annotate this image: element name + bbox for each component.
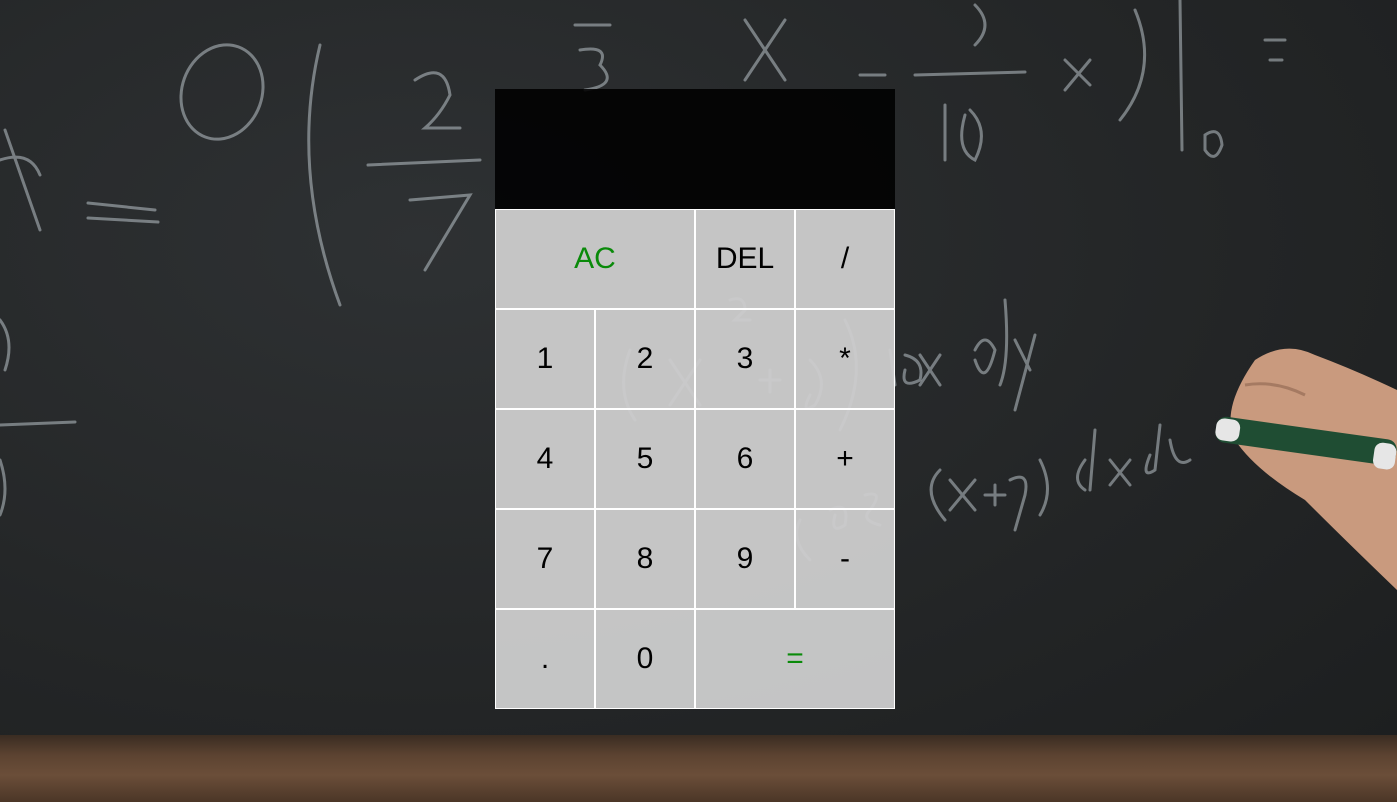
wooden-chalk-ledge xyxy=(0,735,1397,802)
digit-0-button[interactable]: 0 xyxy=(595,609,695,709)
hand-holding-marker-image xyxy=(1215,348,1397,590)
decimal-button[interactable]: . xyxy=(495,609,595,709)
digit-1-button[interactable]: 1 xyxy=(495,309,595,409)
digit-9-button[interactable]: 9 xyxy=(695,509,795,609)
digit-3-button[interactable]: 3 xyxy=(695,309,795,409)
divide-button[interactable]: / xyxy=(795,209,895,309)
multiply-button[interactable]: * xyxy=(795,309,895,409)
all-clear-button[interactable]: AC xyxy=(495,209,695,309)
digit-6-button[interactable]: 6 xyxy=(695,409,795,509)
digit-7-button[interactable]: 7 xyxy=(495,509,595,609)
subtract-button[interactable]: - xyxy=(795,509,895,609)
digit-8-button[interactable]: 8 xyxy=(595,509,695,609)
add-button[interactable]: + xyxy=(795,409,895,509)
delete-button[interactable]: DEL xyxy=(695,209,795,309)
digit-5-button[interactable]: 5 xyxy=(595,409,695,509)
digit-2-button[interactable]: 2 xyxy=(595,309,695,409)
calculator: AC DEL / 1 2 3 * 4 5 6 + 7 8 9 - . 0 = xyxy=(495,89,895,709)
equals-button[interactable]: = xyxy=(695,609,895,709)
digit-4-button[interactable]: 4 xyxy=(495,409,595,509)
calculator-display xyxy=(495,89,895,209)
